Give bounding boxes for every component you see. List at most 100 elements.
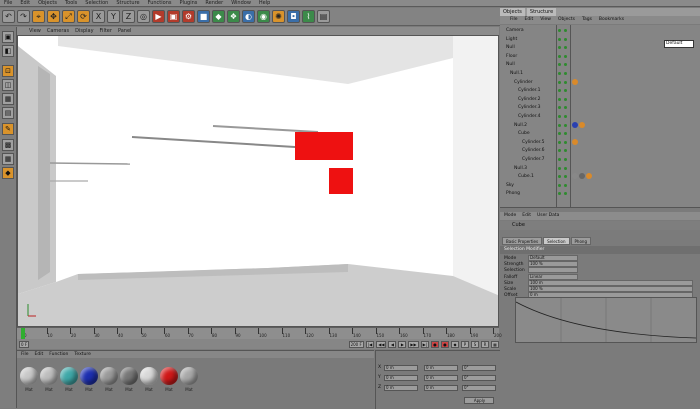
object-tag-icon[interactable] <box>572 173 578 180</box>
scale-icon[interactable]: ⤢ <box>62 10 75 23</box>
object-tab[interactable]: Objects <box>500 8 525 16</box>
viewport-menu-item[interactable]: Filter <box>100 27 112 35</box>
keyframe-icon[interactable]: ◆ <box>451 340 459 348</box>
timeline-playhead[interactable] <box>21 328 25 339</box>
material-menu-item[interactable]: Texture <box>74 351 90 358</box>
visibility-editor-icon[interactable] <box>558 149 561 153</box>
object-row[interactable]: Cylinder.5 <box>500 138 700 146</box>
menu-item[interactable]: Render <box>205 0 223 6</box>
object-row[interactable]: Null.3 <box>500 165 700 172</box>
autokey-icon[interactable]: ● <box>441 340 449 348</box>
visibility-editor-icon[interactable] <box>558 80 561 84</box>
menu-item[interactable]: Tools <box>65 0 77 6</box>
visibility-editor-icon[interactable] <box>558 97 561 101</box>
z-axis-icon[interactable]: Z <box>122 10 135 23</box>
next-frame-icon[interactable]: ▶▶ <box>408 340 419 348</box>
material-swatch[interactable] <box>140 367 158 385</box>
visibility-editor-icon[interactable] <box>558 106 561 110</box>
coord-pos-field[interactable]: 0 m <box>384 385 418 391</box>
material-swatch[interactable] <box>20 367 38 385</box>
coord-pos-field[interactable]: 0 m <box>384 375 418 381</box>
deformer-icon[interactable]: ⌇ <box>302 10 315 23</box>
visibility-editor-icon[interactable] <box>558 37 561 41</box>
play-icon[interactable]: ▶ <box>398 340 407 348</box>
coord-rot-field[interactable]: 0° <box>462 365 496 371</box>
visibility-render-icon[interactable] <box>564 149 567 153</box>
visibility-render-icon[interactable] <box>564 158 567 161</box>
redo-icon[interactable]: ↷ <box>17 10 30 23</box>
object-tag-icon[interactable] <box>572 138 578 145</box>
tweak-mode-icon[interactable]: ✎ <box>2 123 14 135</box>
falloff-graph[interactable] <box>515 297 697 343</box>
viewport-menu-item[interactable]: Display <box>75 27 93 35</box>
render-view-icon[interactable]: ▶ <box>152 10 165 23</box>
menu-item[interactable]: Window <box>231 0 251 6</box>
visibility-render-icon[interactable] <box>564 132 567 136</box>
material-swatch[interactable] <box>100 367 118 385</box>
viewport-menu-item[interactable]: View <box>29 27 41 35</box>
material-menu-item[interactable]: Function <box>49 351 68 358</box>
object-row[interactable]: Null <box>500 61 700 68</box>
current-frame-field[interactable]: 0 F <box>19 340 30 348</box>
coord-rot-field[interactable]: 0° <box>462 385 496 391</box>
object-row[interactable]: Null.1 <box>500 70 700 77</box>
object-tab[interactable]: Structure <box>526 8 557 16</box>
material-swatch[interactable] <box>160 367 178 385</box>
visibility-render-icon[interactable] <box>564 29 567 32</box>
visibility-render-icon[interactable] <box>564 80 567 84</box>
object-menu-item[interactable]: Tags <box>582 16 592 24</box>
world-icon[interactable]: ◎ <box>137 10 150 23</box>
object-row[interactable]: Cylinder.1 <box>500 87 700 94</box>
use-polygon-tool-icon[interactable]: ▦ <box>2 93 14 105</box>
visibility-editor-icon[interactable] <box>558 89 561 93</box>
live-select-icon[interactable]: ⌖ <box>32 10 45 23</box>
object-row[interactable]: Camera <box>500 27 700 34</box>
visibility-editor-icon[interactable] <box>558 175 561 179</box>
visibility-editor-icon[interactable] <box>558 54 561 58</box>
menu-item[interactable]: Selection <box>85 0 108 6</box>
menu-item[interactable]: File <box>4 0 12 6</box>
attribute-menu-item[interactable]: Edit <box>522 212 531 220</box>
record-icon[interactable]: ● <box>431 340 439 348</box>
material-swatch[interactable] <box>60 367 78 385</box>
object-menu-item[interactable]: File <box>510 16 518 24</box>
object-menu-item[interactable]: Objects <box>558 16 575 24</box>
visibility-render-icon[interactable] <box>564 63 567 67</box>
rotate-icon[interactable]: ⟳ <box>77 10 90 23</box>
object-row[interactable]: Cylinder.4 <box>500 113 700 120</box>
material-swatch[interactable] <box>40 367 58 385</box>
object-row[interactable]: Floor <box>500 53 700 60</box>
render-region-icon[interactable]: ▣ <box>167 10 180 23</box>
menu-item[interactable]: Help <box>259 0 270 6</box>
object-row[interactable]: Cylinder.2 <box>500 96 700 103</box>
visibility-render-icon[interactable] <box>564 46 567 50</box>
red-cube-lower[interactable] <box>329 168 353 194</box>
object-menu-item[interactable]: Edit <box>525 16 534 24</box>
coord-size-field[interactable]: 0 m <box>424 385 458 391</box>
menu-item[interactable]: Structure <box>116 0 139 6</box>
viewport-menu-item[interactable]: Cameras <box>47 27 69 35</box>
layer-mini-field[interactable]: Default <box>664 40 694 48</box>
visibility-editor-icon[interactable] <box>558 115 561 118</box>
visibility-render-icon[interactable] <box>564 123 567 127</box>
object-row[interactable]: Cylinder <box>500 78 700 86</box>
object-list[interactable]: Camera Light Null Floor Null Null.1 Cylinder Cy… <box>500 25 700 208</box>
material-swatch[interactable] <box>120 367 138 385</box>
move-icon[interactable]: ✥ <box>47 10 60 23</box>
visibility-render-icon[interactable] <box>564 166 567 170</box>
array-icon[interactable]: ❖ <box>227 10 240 23</box>
red-cube-upper[interactable] <box>295 132 353 160</box>
attribute-value-field[interactable] <box>528 267 578 274</box>
visibility-editor-icon[interactable] <box>558 183 561 187</box>
param-key-icon[interactable]: ▦ <box>491 340 499 348</box>
scene-icon[interactable]: ▤ <box>317 10 330 23</box>
visibility-editor-icon[interactable] <box>558 166 561 170</box>
attribute-tab[interactable]: Phong <box>570 237 591 245</box>
material-swatch[interactable] <box>80 367 98 385</box>
use-edge-tool-icon[interactable]: ◫ <box>2 79 14 91</box>
menu-item[interactable]: Plugins <box>179 0 197 6</box>
attribute-menu-item[interactable]: Mode <box>504 212 516 220</box>
object-menu-item[interactable]: View <box>540 16 551 24</box>
visibility-render-icon[interactable] <box>564 140 567 144</box>
visibility-render-icon[interactable] <box>564 183 567 187</box>
